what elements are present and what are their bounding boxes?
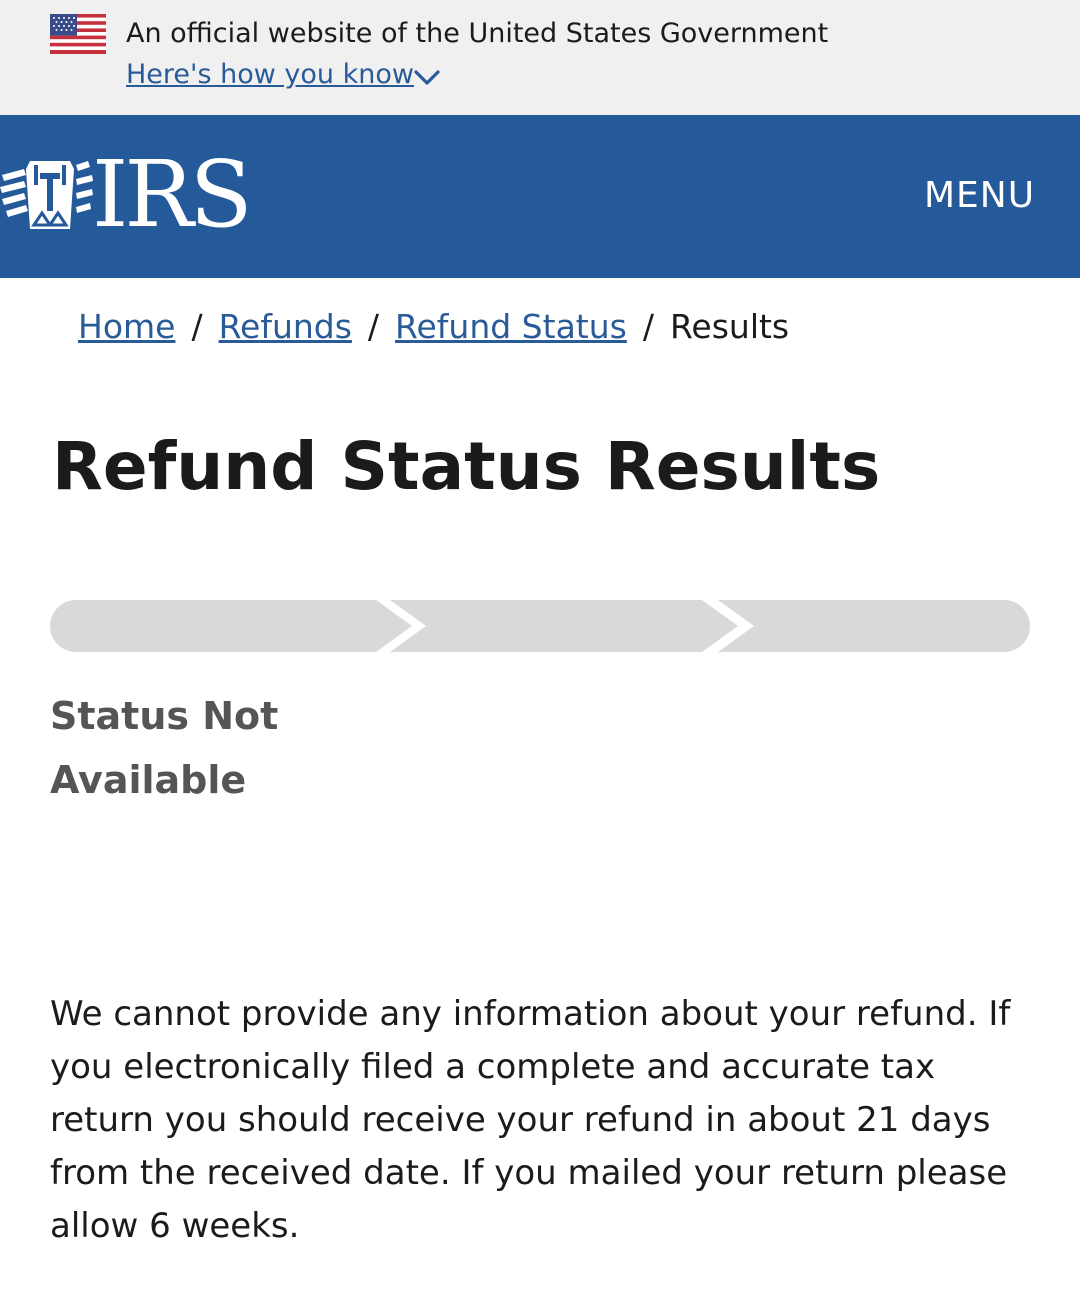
menu-button[interactable]: MENU [924, 173, 1035, 219]
breadcrumb: Home / Refunds / Refund Status / Results [78, 306, 789, 348]
site-header: IRS MENU [0, 115, 1080, 278]
official-website-text: An official website of the United States… [126, 18, 829, 49]
heres-how-you-know-link[interactable]: Here's how you know [126, 57, 414, 93]
progress-tracker [50, 600, 1030, 652]
breadcrumb-home-link[interactable]: Home [78, 307, 175, 346]
status-heading: Status Not Available [50, 694, 279, 802]
breadcrumb-refunds-link[interactable]: Refunds [219, 307, 352, 346]
irs-eagle-icon [0, 161, 93, 229]
page-title: Refund Status Results [52, 428, 881, 505]
breadcrumb-separator: / [642, 307, 654, 346]
us-flag-icon [50, 14, 106, 54]
breadcrumb-separator: / [367, 307, 380, 346]
breadcrumb-current: Results [669, 307, 790, 346]
chevron-down-icon[interactable] [412, 66, 442, 88]
progress-step-2 [390, 600, 738, 652]
refund-status-message: We cannot provide any information about … [50, 994, 1011, 1246]
irs-logo[interactable]: IRS [0, 147, 253, 243]
progress-step-1 [50, 600, 412, 652]
irs-wordmark: IRS [92, 141, 253, 248]
breadcrumb-refund-status-link[interactable]: Refund Status [395, 307, 627, 346]
breadcrumb-separator: / [191, 307, 203, 346]
progress-step-3 [718, 600, 1030, 652]
gov-banner: An official website of the United States… [0, 0, 1080, 115]
